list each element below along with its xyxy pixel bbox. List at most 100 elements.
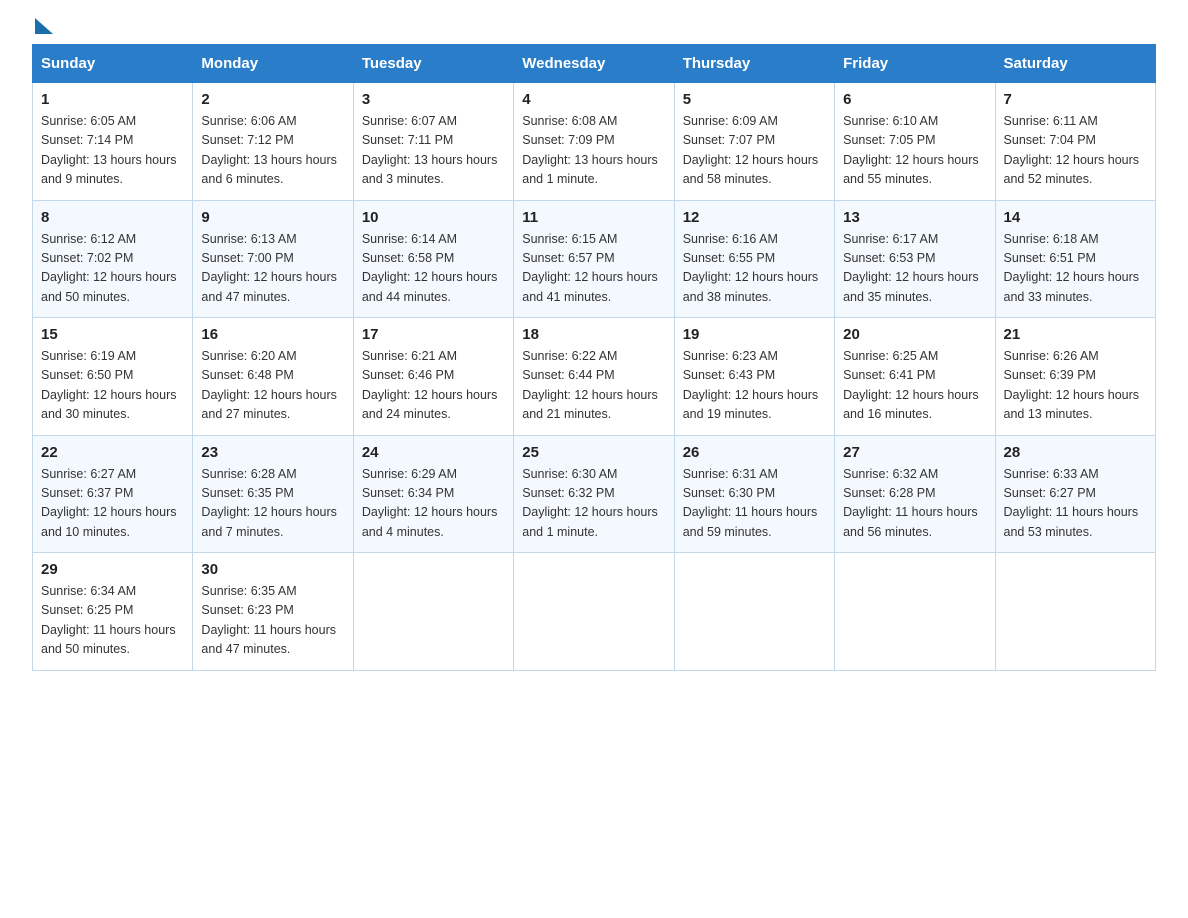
day-number: 26: [683, 444, 826, 461]
calendar-cell: [353, 553, 513, 671]
calendar-cell: 3 Sunrise: 6:07 AMSunset: 7:11 PMDaylight…: [353, 83, 513, 201]
calendar-cell: 1Sunrise: 6:05 AMSunset: 7:14 PMDaylight…: [33, 83, 193, 201]
day-number: 12: [683, 209, 826, 226]
calendar-cell: 4 Sunrise: 6:08 AMSunset: 7:09 PMDaylight…: [514, 83, 674, 201]
day-number: 18: [522, 326, 665, 343]
day-number: 7: [1004, 91, 1147, 108]
day-info: Sunrise: 6:21 AMSunset: 6:46 PMDaylight:…: [362, 347, 505, 425]
day-info: Sunrise: 6:32 AMSunset: 6:28 PMDaylight:…: [843, 465, 986, 543]
calendar-cell: 23 Sunrise: 6:28 AMSunset: 6:35 PMDayligh…: [193, 435, 353, 553]
day-info: Sunrise: 6:08 AMSunset: 7:09 PMDaylight:…: [522, 112, 665, 190]
day-number: 24: [362, 444, 505, 461]
day-info: Sunrise: 6:07 AMSunset: 7:11 PMDaylight:…: [362, 112, 505, 190]
calendar-cell: 26 Sunrise: 6:31 AMSunset: 6:30 PMDayligh…: [674, 435, 834, 553]
day-number: 8: [41, 209, 184, 226]
calendar-week-row: 15 Sunrise: 6:19 AMSunset: 6:50 PMDayligh…: [33, 318, 1156, 436]
calendar-cell: 8 Sunrise: 6:12 AMSunset: 7:02 PMDaylight…: [33, 200, 193, 318]
day-number: 19: [683, 326, 826, 343]
day-number: 27: [843, 444, 986, 461]
day-info: Sunrise: 6:31 AMSunset: 6:30 PMDaylight:…: [683, 465, 826, 543]
day-info: Sunrise: 6:15 AMSunset: 6:57 PMDaylight:…: [522, 230, 665, 308]
calendar-cell: [995, 553, 1155, 671]
day-number: 10: [362, 209, 505, 226]
calendar-cell: 17 Sunrise: 6:21 AMSunset: 6:46 PMDayligh…: [353, 318, 513, 436]
header-wednesday: Wednesday: [514, 45, 674, 83]
day-number: 15: [41, 326, 184, 343]
day-number: 20: [843, 326, 986, 343]
header-saturday: Saturday: [995, 45, 1155, 83]
page-header: [32, 24, 1156, 28]
day-info: Sunrise: 6:16 AMSunset: 6:55 PMDaylight:…: [683, 230, 826, 308]
day-number: 25: [522, 444, 665, 461]
day-info: Sunrise: 6:35 AMSunset: 6:23 PMDaylight:…: [201, 582, 344, 660]
calendar-table: SundayMondayTuesdayWednesdayThursdayFrid…: [32, 44, 1156, 671]
day-number: 14: [1004, 209, 1147, 226]
day-info: Sunrise: 6:27 AMSunset: 6:37 PMDaylight:…: [41, 465, 184, 543]
day-number: 2: [201, 91, 344, 108]
day-info: Sunrise: 6:34 AMSunset: 6:25 PMDaylight:…: [41, 582, 184, 660]
day-number: 1: [41, 91, 184, 108]
day-number: 23: [201, 444, 344, 461]
day-info: Sunrise: 6:18 AMSunset: 6:51 PMDaylight:…: [1004, 230, 1147, 308]
calendar-cell: 6 Sunrise: 6:10 AMSunset: 7:05 PMDaylight…: [835, 83, 995, 201]
day-info: Sunrise: 6:28 AMSunset: 6:35 PMDaylight:…: [201, 465, 344, 543]
calendar-cell: 27 Sunrise: 6:32 AMSunset: 6:28 PMDayligh…: [835, 435, 995, 553]
day-number: 4: [522, 91, 665, 108]
calendar-body: 1Sunrise: 6:05 AMSunset: 7:14 PMDaylight…: [33, 83, 1156, 671]
day-number: 28: [1004, 444, 1147, 461]
day-number: 6: [843, 91, 986, 108]
day-number: 13: [843, 209, 986, 226]
day-info: Sunrise: 6:19 AMSunset: 6:50 PMDaylight:…: [41, 347, 184, 425]
day-number: 3: [362, 91, 505, 108]
calendar-cell: 16Sunrise: 6:20 AMSunset: 6:48 PMDayligh…: [193, 318, 353, 436]
day-number: 22: [41, 444, 184, 461]
calendar-cell: 25 Sunrise: 6:30 AMSunset: 6:32 PMDayligh…: [514, 435, 674, 553]
day-number: 11: [522, 209, 665, 226]
calendar-cell: 20 Sunrise: 6:25 AMSunset: 6:41 PMDayligh…: [835, 318, 995, 436]
calendar-header: SundayMondayTuesdayWednesdayThursdayFrid…: [33, 45, 1156, 83]
calendar-cell: 7 Sunrise: 6:11 AMSunset: 7:04 PMDaylight…: [995, 83, 1155, 201]
calendar-cell: 9 Sunrise: 6:13 AMSunset: 7:00 PMDaylight…: [193, 200, 353, 318]
header-tuesday: Tuesday: [353, 45, 513, 83]
calendar-cell: 10 Sunrise: 6:14 AMSunset: 6:58 PMDayligh…: [353, 200, 513, 318]
calendar-cell: 24Sunrise: 6:29 AMSunset: 6:34 PMDayligh…: [353, 435, 513, 553]
day-info: Sunrise: 6:12 AMSunset: 7:02 PMDaylight:…: [41, 230, 184, 308]
day-info: Sunrise: 6:33 AMSunset: 6:27 PMDaylight:…: [1004, 465, 1147, 543]
calendar-cell: 15 Sunrise: 6:19 AMSunset: 6:50 PMDayligh…: [33, 318, 193, 436]
day-info: Sunrise: 6:10 AMSunset: 7:05 PMDaylight:…: [843, 112, 986, 190]
day-info: Sunrise: 6:09 AMSunset: 7:07 PMDaylight:…: [683, 112, 826, 190]
day-number: 16: [201, 326, 344, 343]
header-thursday: Thursday: [674, 45, 834, 83]
header-monday: Monday: [193, 45, 353, 83]
logo-arrow-icon: [35, 18, 53, 34]
header-friday: Friday: [835, 45, 995, 83]
day-number: 5: [683, 91, 826, 108]
calendar-cell: 19Sunrise: 6:23 AMSunset: 6:43 PMDayligh…: [674, 318, 834, 436]
calendar-cell: 28 Sunrise: 6:33 AMSunset: 6:27 PMDayligh…: [995, 435, 1155, 553]
calendar-week-row: 8 Sunrise: 6:12 AMSunset: 7:02 PMDaylight…: [33, 200, 1156, 318]
day-info: Sunrise: 6:11 AMSunset: 7:04 PMDaylight:…: [1004, 112, 1147, 190]
day-info: Sunrise: 6:17 AMSunset: 6:53 PMDaylight:…: [843, 230, 986, 308]
day-number: 17: [362, 326, 505, 343]
day-info: Sunrise: 6:25 AMSunset: 6:41 PMDaylight:…: [843, 347, 986, 425]
calendar-cell: 21Sunrise: 6:26 AMSunset: 6:39 PMDayligh…: [995, 318, 1155, 436]
calendar-cell: 30 Sunrise: 6:35 AMSunset: 6:23 PMDayligh…: [193, 553, 353, 671]
calendar-cell: [514, 553, 674, 671]
calendar-cell: 2 Sunrise: 6:06 AMSunset: 7:12 PMDaylight…: [193, 83, 353, 201]
header-sunday: Sunday: [33, 45, 193, 83]
day-number: 30: [201, 561, 344, 578]
calendar-cell: 13 Sunrise: 6:17 AMSunset: 6:53 PMDayligh…: [835, 200, 995, 318]
day-info: Sunrise: 6:30 AMSunset: 6:32 PMDaylight:…: [522, 465, 665, 543]
day-info: Sunrise: 6:13 AMSunset: 7:00 PMDaylight:…: [201, 230, 344, 308]
day-number: 21: [1004, 326, 1147, 343]
logo: [32, 24, 53, 28]
day-info: Sunrise: 6:06 AMSunset: 7:12 PMDaylight:…: [201, 112, 344, 190]
header-row: SundayMondayTuesdayWednesdayThursdayFrid…: [33, 45, 1156, 83]
day-info: Sunrise: 6:14 AMSunset: 6:58 PMDaylight:…: [362, 230, 505, 308]
calendar-week-row: 29Sunrise: 6:34 AMSunset: 6:25 PMDayligh…: [33, 553, 1156, 671]
calendar-cell: 22 Sunrise: 6:27 AMSunset: 6:37 PMDayligh…: [33, 435, 193, 553]
day-number: 9: [201, 209, 344, 226]
calendar-cell: [835, 553, 995, 671]
calendar-cell: 12 Sunrise: 6:16 AMSunset: 6:55 PMDayligh…: [674, 200, 834, 318]
calendar-week-row: 1Sunrise: 6:05 AMSunset: 7:14 PMDaylight…: [33, 83, 1156, 201]
